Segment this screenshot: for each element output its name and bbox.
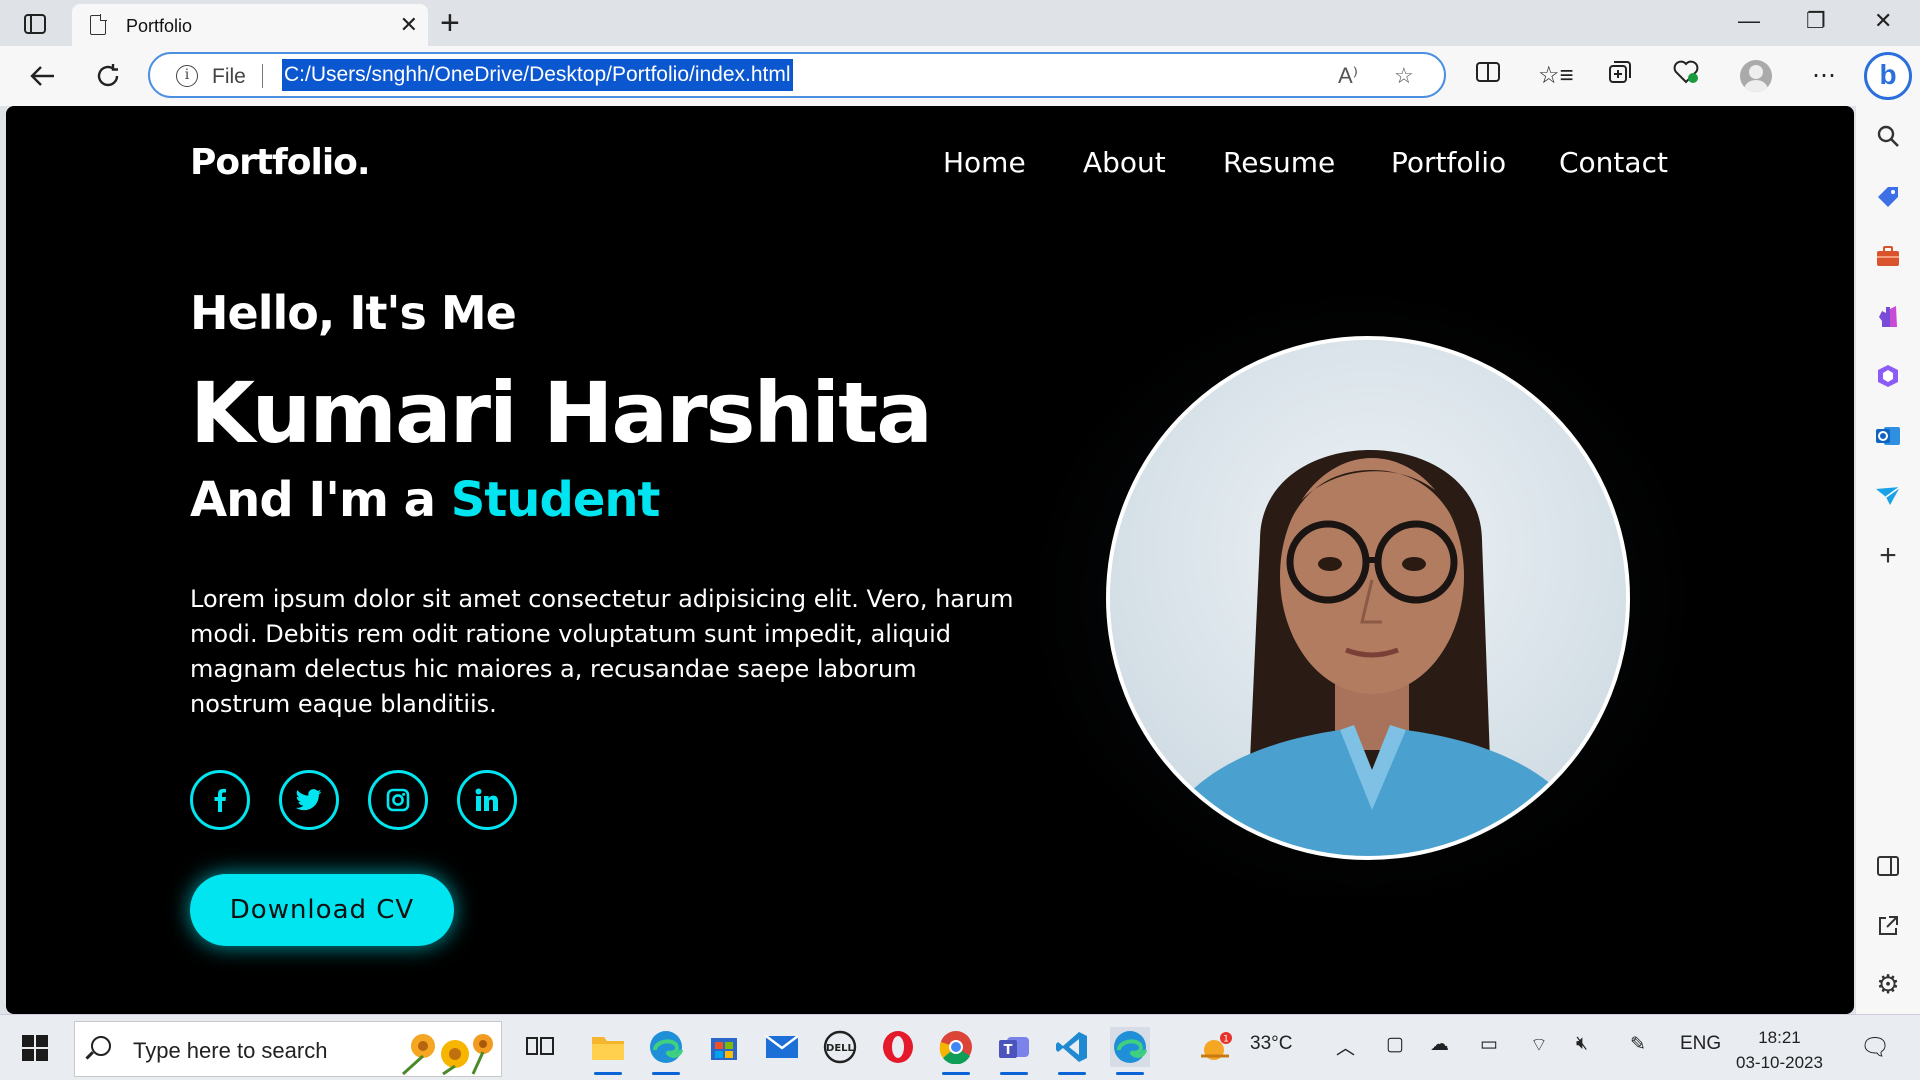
shopping-tag-icon[interactable]	[1872, 180, 1904, 212]
add-sidebar-app-icon[interactable]: +	[1872, 539, 1904, 572]
clock-date: 03-10-2023	[1736, 1053, 1823, 1072]
battery-icon[interactable]: ▭	[1480, 1033, 1498, 1056]
role-prefix: And I'm a	[190, 472, 451, 528]
collections-icon[interactable]	[1604, 60, 1636, 92]
nav-resume[interactable]: Resume	[1223, 146, 1335, 179]
flowers-decoration-icon	[401, 1034, 493, 1076]
role-line: And I'm a Student	[190, 472, 660, 528]
tools-icon[interactable]	[1872, 240, 1904, 272]
start-windows-icon[interactable]	[22, 1035, 48, 1061]
profile-photo	[1106, 336, 1630, 860]
browser-titlebar: Portfolio ✕ + — ❐ ✕	[0, 0, 1920, 46]
hero-description: Lorem ipsum dolor sit amet consectetur a…	[190, 585, 1014, 718]
download-cv-button[interactable]: Download CV	[190, 874, 454, 946]
linkedin-icon[interactable]	[457, 770, 517, 830]
edge-icon[interactable]	[646, 1027, 686, 1075]
site-logo[interactable]: Portfolio.	[190, 142, 371, 183]
pen-icon[interactable]: ✎	[1630, 1033, 1646, 1056]
browser-essentials-icon[interactable]	[1670, 60, 1702, 92]
new-tab-button[interactable]: +	[440, 4, 460, 43]
nav-home[interactable]: Home	[943, 146, 1026, 179]
nav-portfolio[interactable]: Portfolio	[1391, 146, 1506, 179]
browser-tab[interactable]: Portfolio ✕	[72, 4, 428, 46]
browser-toolbar: i File C:/Users/snghh/OneDrive/Desktop/P…	[0, 46, 1920, 106]
weather-temperature[interactable]: 33°C	[1250, 1033, 1292, 1055]
read-aloud-icon[interactable]: A⁾	[1338, 63, 1358, 89]
windows-taskbar: Type here to search DELL T 1 33°C ︿ ▢ ☁ …	[0, 1014, 1920, 1080]
taskbar-search-placeholder: Type here to search	[133, 1038, 328, 1063]
favorites-icon[interactable]: ☆≡	[1538, 60, 1574, 92]
vscode-icon[interactable]	[1052, 1027, 1092, 1075]
hero-name: Kumari Harshita	[190, 364, 933, 462]
url-text[interactable]: C:/Users/snghh/OneDrive/Desktop/Portfoli…	[282, 59, 793, 91]
tab-title: Portfolio	[126, 16, 193, 36]
meet-now-icon[interactable]: ▢	[1386, 1033, 1404, 1056]
page-icon	[90, 14, 107, 35]
minimize-button[interactable]: —	[1738, 8, 1760, 34]
opera-icon[interactable]	[878, 1027, 918, 1067]
portfolio-page: Portfolio. Home About Resume Portfolio C…	[6, 106, 1854, 1014]
address-bar[interactable]: i File C:/Users/snghh/OneDrive/Desktop/P…	[148, 52, 1446, 98]
address-divider	[262, 64, 263, 88]
scheme-label: File	[212, 65, 246, 88]
nav-contact[interactable]: Contact	[1559, 146, 1668, 179]
tab-actions-icon[interactable]	[20, 9, 50, 39]
mail-icon[interactable]	[762, 1027, 802, 1067]
favorite-star-icon[interactable]: ☆	[1394, 63, 1414, 89]
nav-about[interactable]: About	[1083, 146, 1166, 179]
search-icon	[91, 1036, 111, 1056]
bing-copilot-icon[interactable]: b	[1864, 52, 1912, 100]
refresh-button[interactable]	[90, 58, 126, 94]
weather-icon[interactable]: 1	[1196, 1027, 1236, 1067]
svg-text:T: T	[1004, 1043, 1013, 1058]
profile-avatar[interactable]	[1740, 60, 1772, 92]
hide-sidebar-icon[interactable]	[1872, 850, 1904, 882]
notifications-icon[interactable]: 🗨︎	[1860, 1033, 1890, 1062]
task-view-icon[interactable]	[520, 1027, 560, 1067]
system-clock[interactable]: 18:21 03-10-2023	[1736, 1025, 1823, 1075]
svg-text:DELL: DELL	[826, 1043, 855, 1054]
instagram-icon[interactable]	[368, 770, 428, 830]
greeting: Hello, It's Me	[190, 286, 517, 340]
outlook-icon[interactable]	[1872, 420, 1904, 452]
volume-muted-icon[interactable]: 🔇︎	[1576, 1033, 1588, 1055]
close-window-button[interactable]: ✕	[1874, 8, 1892, 34]
language-indicator[interactable]: ENG	[1680, 1033, 1721, 1055]
onedrive-cloud-icon[interactable]: ☁	[1430, 1033, 1449, 1056]
teams-icon[interactable]: T	[994, 1027, 1034, 1075]
clock-time: 18:21	[1758, 1028, 1801, 1047]
split-screen-icon[interactable]	[1472, 60, 1504, 92]
wifi-icon[interactable]: ⌔	[1530, 1033, 1548, 1057]
edge-sidebar: + ⚙	[1856, 106, 1920, 1014]
external-link-icon[interactable]	[1872, 910, 1904, 942]
file-explorer-icon[interactable]	[588, 1027, 628, 1075]
site-info-icon[interactable]: i	[176, 65, 198, 87]
games-icon[interactable]	[1872, 300, 1904, 332]
chrome-icon[interactable]	[936, 1027, 976, 1075]
weather-badge: 1	[1223, 1035, 1229, 1045]
edge-window-icon[interactable]	[1110, 1027, 1150, 1075]
show-hidden-icons-icon[interactable]: ︿	[1336, 1033, 1355, 1060]
microsoft-store-icon[interactable]	[704, 1027, 744, 1067]
back-button[interactable]	[24, 58, 60, 94]
twitter-icon[interactable]	[279, 770, 339, 830]
send-icon[interactable]	[1872, 480, 1904, 512]
facebook-icon[interactable]	[190, 770, 250, 830]
dell-icon[interactable]: DELL	[820, 1027, 860, 1067]
more-menu-icon[interactable]: ⋯	[1808, 60, 1840, 92]
role-highlight: Student	[450, 472, 661, 528]
settings-gear-icon[interactable]: ⚙	[1872, 968, 1904, 1000]
office-icon[interactable]	[1872, 360, 1904, 392]
tab-close-icon[interactable]: ✕	[400, 12, 418, 38]
taskbar-search[interactable]: Type here to search	[74, 1021, 502, 1077]
search-icon[interactable]	[1872, 120, 1904, 152]
restore-button[interactable]: ❐	[1806, 8, 1826, 34]
